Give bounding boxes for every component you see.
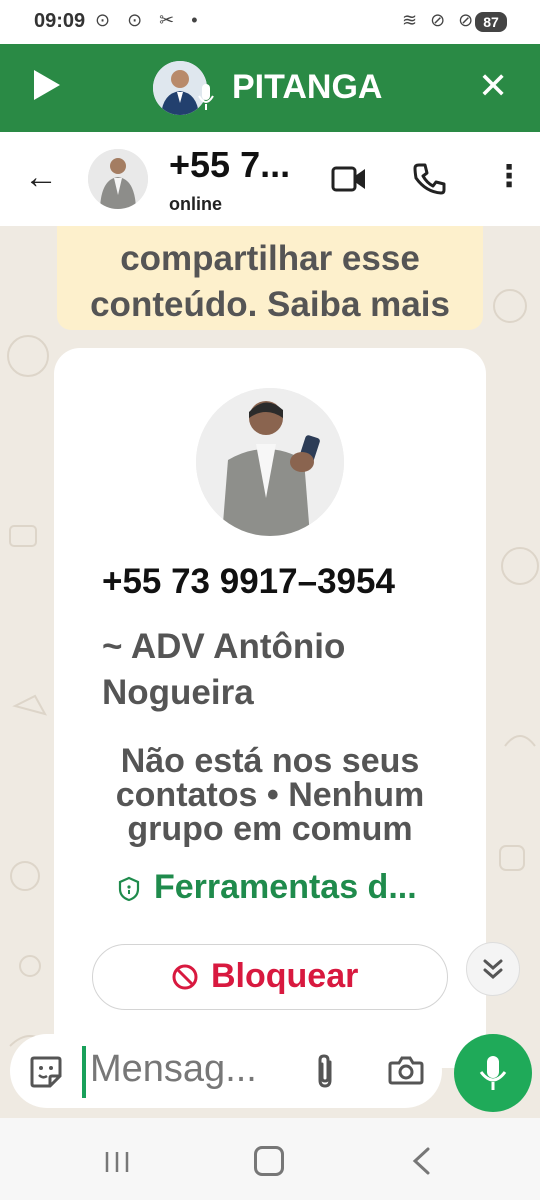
contact-avatar[interactable] (88, 149, 148, 209)
back-arrow-icon[interactable]: ← (24, 158, 58, 197)
contact-status: online (169, 194, 222, 214)
overlay-title: PITANGA (232, 68, 383, 106)
scroll-to-bottom-button[interactable] (466, 942, 520, 996)
contact-relationship-info: Não está nos seus contatos • Nenhum grup… (115, 742, 425, 848)
home-icon[interactable] (254, 1146, 284, 1176)
info-banner[interactable]: compartilhar esse conteúdo. Saiba mais (57, 226, 483, 330)
recent-apps-icon[interactable] (103, 1148, 131, 1176)
video-call-icon[interactable] (330, 164, 368, 194)
contact-display-name: ~ ADV Antônio Nogueira (102, 627, 346, 712)
contact-name[interactable]: +55 7... (169, 144, 290, 186)
safety-tools-label: Ferramentas d... (154, 868, 417, 906)
notification-icons: ⊙ ⊙ ✂ • (95, 10, 204, 30)
contact-info-card: +55 73 9917–3954 ~ ADV Antônio Nogueira … (54, 348, 486, 1068)
microphone-icon (479, 1056, 507, 1090)
camera-icon[interactable] (388, 1054, 424, 1086)
contact-phone-number: +55 73 9917–3954 (102, 562, 395, 601)
chat-area: compartilhar esse conteúdo. Saiba mais +… (0, 226, 540, 1118)
double-chevron-down-icon (483, 959, 503, 979)
mic-badge-icon (198, 84, 214, 110)
nav-back-icon[interactable] (410, 1146, 432, 1176)
attach-icon[interactable] (312, 1052, 338, 1090)
phone-call-icon[interactable] (412, 162, 446, 196)
close-icon[interactable]: ✕ (478, 66, 508, 106)
screen-recorder-overlay: PITANGA ✕ (0, 44, 540, 132)
voice-message-button[interactable] (454, 1034, 532, 1112)
block-label: Bloquear (211, 957, 359, 995)
block-icon (172, 964, 198, 990)
system-status-icons: ≋ ⊘ ⊘ (402, 10, 478, 30)
play-icon[interactable] (34, 70, 60, 100)
message-input[interactable]: Mensag... (90, 1048, 257, 1091)
block-button[interactable]: Bloquear (92, 944, 448, 1010)
safety-tools-link[interactable]: Ferramentas d... (118, 868, 417, 907)
banner-line-1: compartilhar esse (120, 239, 420, 278)
contact-photo (196, 388, 344, 536)
status-bar: 09:09 ⊙ ⊙ ✂ • ≋ ⊘ ⊘ 87 (0, 0, 540, 44)
sticker-icon[interactable] (28, 1054, 64, 1090)
system-nav-bar (0, 1118, 540, 1200)
message-composer[interactable]: Mensag... (10, 1034, 442, 1108)
shield-icon (118, 876, 140, 902)
chat-header: ← +55 7... online ⋮ (0, 132, 540, 226)
text-cursor (82, 1046, 86, 1098)
status-time: 09:09 (34, 10, 86, 32)
battery-icon: 87 (475, 12, 507, 32)
banner-line-2: conteúdo. Saiba mais (90, 285, 450, 324)
more-options-icon[interactable]: ⋮ (494, 160, 524, 194)
